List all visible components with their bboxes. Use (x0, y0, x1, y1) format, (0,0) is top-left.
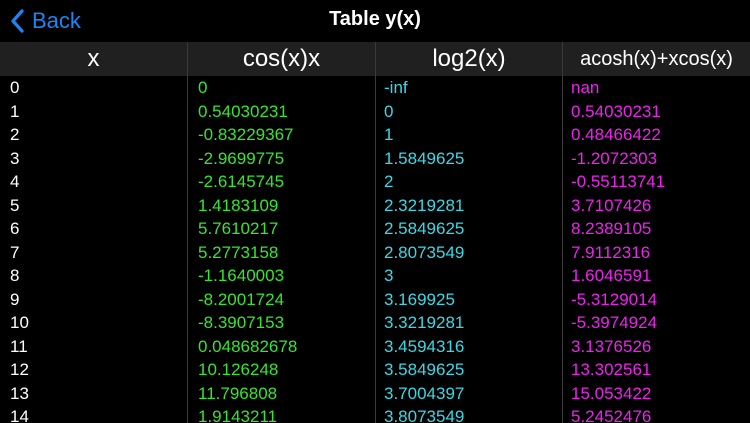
cell-acosh: 0.48466422 (571, 125, 661, 144)
header-cos: cos(x)x (188, 42, 376, 76)
table-row[interactable]: 4 -2.6145745 2 -0.55113741 (0, 170, 750, 194)
cell-acosh: -0.55113741 (571, 172, 666, 191)
table-row[interactable]: 1 0.54030231 0 0.54030231 (0, 99, 750, 123)
table-row[interactable]: 12 10.126248 3.5849625 13.302561 (0, 358, 750, 382)
cell-x: 12 (0, 358, 188, 382)
cell-cos: 0 (188, 76, 376, 100)
cell-log: 1.5849625 (376, 146, 563, 170)
cell-x: 8 (0, 264, 188, 288)
cell-log: -inf (376, 76, 563, 100)
table-row[interactable]: 0 0 -inf nan (0, 76, 750, 100)
cell-acosh: 3.1376526 (571, 336, 652, 356)
header-x: x (0, 42, 188, 76)
cell-log: 3.5849625 (376, 358, 563, 382)
cell-log: 3.169925 (376, 287, 563, 311)
cell-cos: -8.3907153 (188, 311, 376, 335)
cell-cos: 1.4183109 (188, 193, 376, 217)
cell-acosh: nan (571, 78, 600, 97)
table-row[interactable]: 2 -0.83229367 1 0.48466422 (0, 123, 750, 147)
cell-cos: -0.83229367 (188, 123, 376, 147)
cell-acosh: -5.3129014 (571, 289, 658, 309)
cell-log: 1 (376, 123, 563, 147)
cell-x: 4 (0, 170, 188, 194)
cell-cos: -2.9699775 (188, 146, 376, 170)
cell-log: 2 (376, 170, 563, 194)
cell-cos: 1.9143211 (188, 405, 376, 423)
cell-acosh: 0.54030231 (571, 101, 661, 121)
cell-x: 14 (0, 405, 188, 423)
cell-log: 3 (376, 264, 563, 288)
table-row[interactable]: 7 5.2773158 2.8073549 7.9112316 (0, 240, 750, 264)
table-row[interactable]: 9 -8.2001724 3.169925 -5.3129014 (0, 287, 750, 311)
table-row[interactable]: 10 -8.3907153 3.3219281 -5.3974924 (0, 311, 750, 335)
navigation-bar: Back Table y(x) (0, 0, 750, 42)
cell-log: 2.3219281 (376, 193, 563, 217)
cell-cos: 5.7610217 (188, 217, 376, 241)
cell-acosh: -5.3974924 (571, 313, 658, 332)
table-row[interactable]: 8 -1.1640003 3 1.6046591 (0, 264, 750, 288)
cell-x: 10 (0, 311, 188, 335)
cell-x: 9 (0, 287, 188, 311)
cell-x: 7 (0, 240, 188, 264)
cell-cos: 0.048682678 (188, 334, 376, 358)
cell-acosh: 7.9112316 (571, 242, 651, 262)
cell-x: 11 (0, 334, 188, 358)
cell-x: 1 (0, 99, 188, 123)
values-table[interactable]: x cos(x)x log2(x) acosh(x)+xcos(x) 0 0 -in… (0, 42, 750, 423)
table-row[interactable]: 11 0.048682678 3.4594316 3.1376526 (0, 334, 750, 358)
table-row[interactable]: 14 1.9143211 3.8073549 5.2452476 (0, 405, 750, 423)
cell-x: 2 (0, 123, 188, 147)
cell-log: 3.8073549 (376, 405, 563, 423)
cell-x: 3 (0, 146, 188, 170)
table-row[interactable]: 6 5.7610217 2.5849625 8.2389105 (0, 217, 750, 241)
cell-acosh: 15.053422 (571, 383, 652, 403)
header-acosh: acosh(x)+xcos(x) (580, 48, 733, 70)
page-title: Table y(x) (329, 8, 421, 30)
cell-log: 3.3219281 (376, 311, 563, 335)
cell-log: 3.4594316 (376, 334, 563, 358)
cell-x: 13 (0, 381, 188, 405)
cell-acosh: 5.2452476 (571, 407, 652, 423)
cell-cos: 11.796808 (188, 381, 376, 405)
cell-log: 0 (376, 99, 563, 123)
cell-log: 2.8073549 (376, 240, 563, 264)
cell-acosh: -1.2072303 (571, 148, 658, 168)
cell-x: 0 (0, 76, 188, 100)
cell-cos: -1.1640003 (188, 264, 376, 288)
header-log: log2(x) (376, 42, 563, 76)
cell-acosh: 1.6046591 (571, 266, 652, 285)
cell-x: 5 (0, 193, 188, 217)
cell-log: 2.5849625 (376, 217, 563, 241)
cell-acosh: 8.2389105 (571, 219, 652, 238)
cell-cos: -8.2001724 (188, 287, 376, 311)
cell-cos: -2.6145745 (188, 170, 376, 194)
cell-x: 6 (0, 217, 188, 241)
table-row[interactable]: 13 11.796808 3.7004397 15.053422 (0, 381, 750, 405)
cell-log: 3.7004397 (376, 381, 563, 405)
table-header: x cos(x)x log2(x) acosh(x)+xcos(x) (0, 42, 750, 76)
cell-acosh: 13.302561 (571, 360, 652, 379)
table-row[interactable]: 3 -2.9699775 1.5849625 -1.2072303 (0, 146, 750, 170)
cell-acosh: 3.7107426 (571, 195, 652, 215)
table-row[interactable]: 5 1.4183109 2.3219281 3.7107426 (0, 193, 750, 217)
cell-cos: 10.126248 (188, 358, 376, 382)
cell-cos: 5.2773158 (188, 240, 376, 264)
table-body: 0 0 -inf nan 1 0.54030231 0 0.54030231 2 -0.83229… (0, 76, 750, 423)
cell-cos: 0.54030231 (188, 99, 376, 123)
